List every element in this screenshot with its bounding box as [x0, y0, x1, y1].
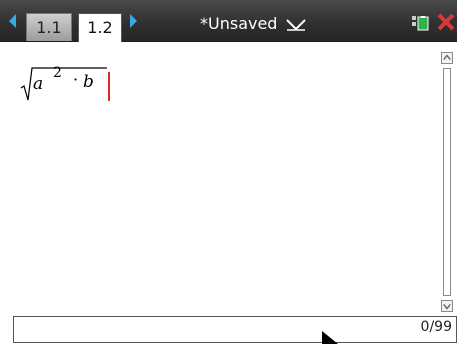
calculator-work-area[interactable]: a 2 · b: [0, 42, 440, 314]
scroll-down-icon[interactable]: [441, 300, 453, 312]
battery-icon: [412, 16, 429, 31]
top-bar: 1.1 1.2 *Unsaved: [0, 0, 457, 42]
chevron-down-icon[interactable]: [286, 19, 306, 31]
document-title[interactable]: *Unsaved: [200, 12, 277, 36]
vertical-scrollbar[interactable]: [440, 52, 454, 314]
character-count: 0/99: [420, 319, 452, 335]
triangle-left-icon[interactable]: [9, 14, 16, 28]
mouse-pointer-icon: [322, 331, 338, 344]
expression-factor: b: [83, 72, 94, 92]
close-icon[interactable]: [437, 13, 455, 31]
entry-line-input[interactable]: 0/99: [13, 316, 457, 343]
tab-1-2[interactable]: 1.2: [78, 13, 122, 42]
scroll-up-icon[interactable]: [441, 52, 453, 64]
triangle-right-icon[interactable]: [130, 14, 137, 28]
expression-operator: ·: [73, 70, 79, 89]
calculator-screen: 1.1 1.2 *Unsaved a 2 · b 0/99: [0, 0, 457, 344]
tab-1-1[interactable]: 1.1: [26, 13, 72, 41]
expression-exponent: 2: [53, 65, 62, 81]
text-cursor: [108, 72, 110, 101]
expression-base: a: [33, 74, 44, 94]
scroll-track[interactable]: [443, 68, 451, 296]
